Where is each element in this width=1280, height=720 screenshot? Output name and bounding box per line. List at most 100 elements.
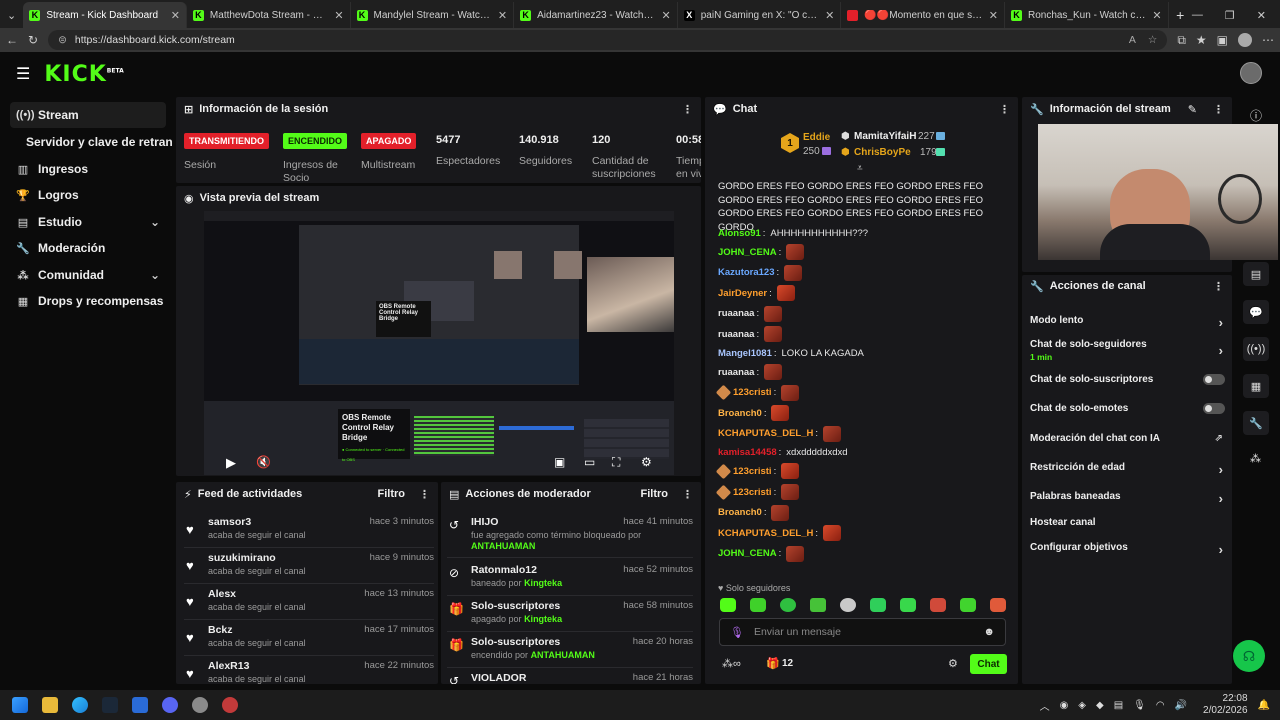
close-tab-icon[interactable]: ✕ xyxy=(825,9,834,22)
send-chat-button[interactable]: Chat xyxy=(970,654,1007,674)
emote-button[interactable] xyxy=(810,598,826,612)
collections-icon[interactable]: ▣ xyxy=(1217,33,1228,47)
nav-item-estudio[interactable]: ▤ Estudio ⌄ xyxy=(10,209,166,235)
site-info-icon[interactable]: ⊜ xyxy=(58,34,67,46)
emoji-picker-icon[interactable]: ☻ xyxy=(983,626,995,638)
help-support-button[interactable]: ☊ xyxy=(1233,640,1265,672)
chat-emote[interactable] xyxy=(771,405,790,422)
browser-tab-3[interactable]: K Aidamartinez23 - Watch clips on K ✕ xyxy=(514,2,678,28)
start-windows-icon[interactable] xyxy=(12,697,28,713)
chat-emote[interactable] xyxy=(781,484,800,500)
chat-emote[interactable] xyxy=(823,425,842,442)
favorites-icon[interactable]: ★ xyxy=(1196,33,1207,47)
more-options-icon[interactable]: ⋮ xyxy=(999,103,1010,116)
third-gifter-name[interactable]: ChrisBoyPe xyxy=(854,147,911,158)
rail-chat-button[interactable]: 💬 xyxy=(1243,300,1269,324)
nav-item-ingresos[interactable]: ▥ Ingresos xyxy=(10,156,166,182)
banned-words-row[interactable]: Palabras baneadas › xyxy=(1030,491,1225,506)
theatre-icon[interactable]: ▭ xyxy=(584,455,595,469)
tray-app-icon[interactable]: ▤ xyxy=(1114,700,1123,711)
mod-user[interactable]: ANTAHUAMAN xyxy=(471,541,535,551)
tray-app-icon[interactable]: ◉ xyxy=(1060,700,1069,711)
emote-button[interactable] xyxy=(720,598,736,612)
activity-user[interactable]: Bckz xyxy=(208,624,233,636)
chat-emote[interactable] xyxy=(786,545,805,562)
emote-button[interactable] xyxy=(900,598,916,612)
nav-item-logros[interactable]: 🏆 Logros xyxy=(10,182,166,208)
steam-icon[interactable] xyxy=(102,697,118,713)
rail-tools-button[interactable]: 🔧 xyxy=(1243,411,1269,435)
chat-username[interactable]: Kazutora123 xyxy=(718,266,775,279)
close-tab-icon[interactable]: ✕ xyxy=(334,9,343,22)
chat-username[interactable]: 123cristi xyxy=(733,465,772,478)
chat-username[interactable]: kamisa14458 xyxy=(718,446,777,459)
extensions-icon[interactable]: ⧉ xyxy=(1177,33,1186,48)
gift-box-icon[interactable]: 🎁 xyxy=(766,657,780,670)
tray-wifi-icon[interactable]: ◠ xyxy=(1156,700,1165,711)
browser-tab-0[interactable]: K Stream - Kick Dashboard ✕ xyxy=(23,2,187,28)
tray-volume-icon[interactable]: 🔊 xyxy=(1175,700,1187,711)
emote-button[interactable] xyxy=(930,598,946,612)
channel-points-icon[interactable]: ⁂∞ xyxy=(722,657,741,670)
mod-user[interactable]: ANTAHUAMAN xyxy=(531,650,595,660)
more-options-icon[interactable]: ⋮ xyxy=(1213,280,1224,293)
chat-username[interactable]: ruaanaa xyxy=(718,328,754,341)
slow-mode-row[interactable]: Modo lento › xyxy=(1030,315,1225,330)
close-window-icon[interactable]: ✕ xyxy=(1257,9,1266,22)
close-tab-icon[interactable]: ✕ xyxy=(171,9,180,22)
chat-username[interactable]: KCHAPUTAS_DEL_H xyxy=(718,527,813,540)
close-tab-icon[interactable]: ✕ xyxy=(662,9,671,22)
rail-notes-button[interactable]: ▤ xyxy=(1243,262,1269,286)
browser-tab-2[interactable]: K Mandylel Stream - Watch Live on ✕ xyxy=(351,2,515,28)
nav-item-drops[interactable]: ▦ Drops y recompensas xyxy=(10,288,166,314)
activity-user[interactable]: Alesx xyxy=(208,588,236,600)
mod-user[interactable]: Kingteka xyxy=(524,578,562,588)
restore-window-icon[interactable]: ❐ xyxy=(1225,9,1235,22)
tab-list-chevron-icon[interactable]: ⌄ xyxy=(0,2,23,28)
chat-emote[interactable] xyxy=(771,504,790,521)
subs-only-toggle[interactable] xyxy=(1203,374,1225,385)
chat-input[interactable]: 🎙 Enviar un mensaje ☻ xyxy=(719,618,1006,646)
chat-emote[interactable] xyxy=(764,305,783,322)
chat-emote[interactable] xyxy=(764,364,783,380)
app-icon[interactable] xyxy=(192,697,208,713)
chat-emote[interactable] xyxy=(786,244,805,260)
chat-username[interactable]: JairDeyner xyxy=(718,287,767,300)
edge-browser-icon[interactable] xyxy=(72,697,88,713)
notifications-icon[interactable]: 🔔 xyxy=(1258,700,1270,711)
mute-icon[interactable]: 🔇 xyxy=(256,455,271,469)
chat-emote[interactable] xyxy=(784,264,803,281)
discord-icon[interactable] xyxy=(162,697,178,713)
filter-button[interactable]: Filtro xyxy=(378,488,406,500)
chat-username[interactable]: JOHN_CENA xyxy=(718,246,777,259)
notepad-icon[interactable] xyxy=(132,697,148,713)
more-options-icon[interactable]: ⋮ xyxy=(682,103,693,116)
reload-icon[interactable]: ↻ xyxy=(28,33,38,47)
chat-username[interactable]: 123cristi xyxy=(733,386,772,399)
emote-button[interactable] xyxy=(750,598,766,612)
chat-username[interactable]: ruaanaa xyxy=(718,366,754,379)
chat-username[interactable]: Broanch0 xyxy=(718,506,762,519)
browser-tab-5[interactable]: 🔴🔴Momento en que sacan a K ✕ xyxy=(841,2,1005,28)
nav-item-server-key[interactable]: Servidor y clave de retransmisión xyxy=(20,129,172,155)
rail-broadcast-button[interactable]: ((•)) xyxy=(1243,337,1269,361)
close-tab-icon[interactable]: ✕ xyxy=(498,9,507,22)
nav-item-stream[interactable]: ((•)) Stream xyxy=(10,102,166,128)
second-gifter-name[interactable]: MamitaYifaiH xyxy=(854,131,916,142)
top-gifter-name[interactable]: Eddie xyxy=(803,132,830,143)
ai-moderation-row[interactable]: Moderación del chat con IA ⇗ xyxy=(1030,433,1225,447)
activity-user[interactable]: suzukimirano xyxy=(208,552,276,564)
browser-tab-1[interactable]: K MatthewDota Stream - Watch Live ✕ xyxy=(187,2,351,28)
address-bar[interactable]: ⊜ https://dashboard.kick.com/stream A ☆ xyxy=(48,30,1168,50)
more-options-icon[interactable]: ⋮ xyxy=(419,488,430,501)
file-explorer-icon[interactable] xyxy=(42,697,58,713)
chat-emote[interactable] xyxy=(781,384,800,401)
rail-layout-button[interactable]: ▦ xyxy=(1243,374,1269,398)
info-icon[interactable]: ⓘ xyxy=(1250,107,1262,124)
chat-emote[interactable] xyxy=(764,326,783,343)
chat-username[interactable]: KCHAPUTAS_DEL_H xyxy=(718,427,813,440)
chat-emote[interactable] xyxy=(781,463,800,480)
activity-user[interactable]: samsor3 xyxy=(208,516,251,528)
tray-chevron-icon[interactable]: ︿ xyxy=(1040,698,1050,713)
settings-gear-icon[interactable]: ⚙ xyxy=(641,455,652,469)
